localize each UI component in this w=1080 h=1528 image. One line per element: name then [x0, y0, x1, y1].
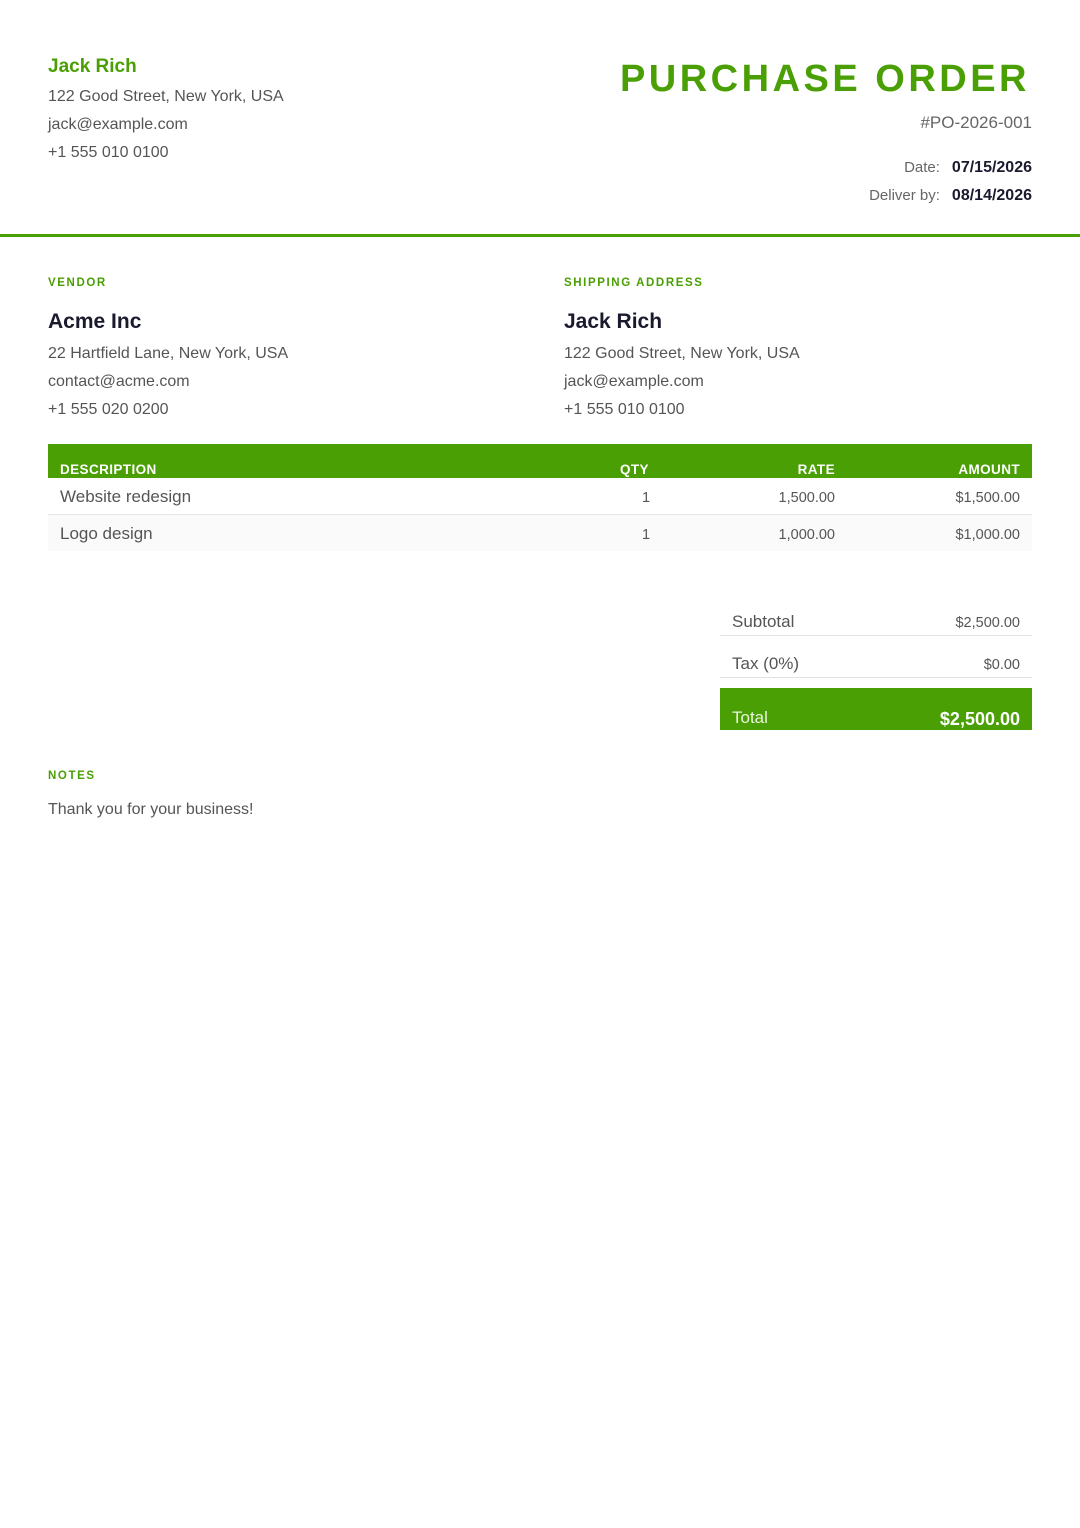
- document-title: PURCHASE ORDER: [619, 58, 1030, 100]
- sender-email: jack@example.com: [48, 116, 188, 133]
- sender-address: 122 Good Street, New York, USA: [48, 88, 284, 105]
- item-amount: $1,500.00: [955, 490, 1020, 506]
- vendor-email: contact@acme.com: [48, 373, 190, 390]
- delivery-date-value: 08/14/2026: [951, 187, 1032, 204]
- delivery-date: Deliver by: 08/14/2026: [869, 187, 1032, 205]
- header-divider: [0, 234, 1080, 237]
- sender-name: Jack Rich: [48, 56, 137, 77]
- sender-phone: +1 555 010 0100: [48, 144, 169, 161]
- subtotal-label: Subtotal: [732, 612, 795, 631]
- document-header: Jack Rich 122 Good Street, New York, USA…: [0, 0, 1080, 236]
- total-label: Total: [732, 708, 768, 727]
- vendor-phone: +1 555 020 0200: [48, 401, 169, 418]
- tax-value: $0.00: [983, 657, 1020, 673]
- order-date-label: Date:: [904, 159, 940, 176]
- order-date: Date: 07/15/2026: [904, 159, 1032, 177]
- shipping-phone: +1 555 010 0100: [564, 401, 685, 418]
- po-number: #PO-2026-001: [920, 113, 1032, 132]
- header-amount: AMOUNT: [958, 462, 1020, 477]
- shipping-email: jack@example.com: [564, 373, 704, 390]
- table-row: Logo design 1 1,000.00 $1,000.00: [48, 515, 1032, 551]
- order-date-value: 07/15/2026: [951, 159, 1032, 176]
- header-description: DESCRIPTION: [60, 462, 157, 477]
- header-rate: RATE: [797, 462, 835, 477]
- vendor-name: Acme Inc: [48, 310, 142, 333]
- item-description: Logo design: [60, 524, 153, 543]
- item-rate: 1,500.00: [778, 490, 835, 506]
- item-description: Website redesign: [60, 487, 192, 506]
- vendor-label: VENDOR: [48, 277, 107, 289]
- shipping-label: SHIPPING ADDRESS: [564, 277, 704, 289]
- item-qty: 1: [642, 490, 651, 506]
- item-rate: 1,000.00: [778, 527, 835, 543]
- vendor-address: 22 Hartfield Lane, New York, USA: [48, 345, 289, 362]
- subtotal-row: Subtotal $2,500.00: [720, 604, 1032, 636]
- tax-label: Tax (0%): [732, 654, 800, 673]
- tax-row: Tax (0%) $0.00: [720, 646, 1032, 678]
- total-row: Total $2,500.00: [720, 688, 1032, 730]
- table-row: Website redesign 1 1,500.00 $1,500.00: [48, 478, 1032, 515]
- item-qty: 1: [642, 527, 651, 543]
- totals-block: Subtotal $2,500.00 Tax (0%) $0.00 Total …: [720, 604, 1032, 730]
- table-header: DESCRIPTION QTY RATE AMOUNT: [48, 444, 1032, 478]
- shipping-name: Jack Rich: [564, 310, 663, 333]
- item-amount: $1,000.00: [955, 527, 1020, 543]
- delivery-date-label: Deliver by:: [869, 187, 940, 204]
- header-qty: QTY: [620, 462, 649, 477]
- subtotal-value: $2,500.00: [955, 615, 1020, 631]
- shipping-address: 122 Good Street, New York, USA: [564, 345, 800, 362]
- total-value: $2,500.00: [939, 709, 1020, 729]
- notes-label: NOTES: [48, 770, 96, 782]
- notes-text: Thank you for your business!: [48, 801, 254, 818]
- line-items-table: DESCRIPTION QTY RATE AMOUNT Website rede…: [48, 444, 1032, 551]
